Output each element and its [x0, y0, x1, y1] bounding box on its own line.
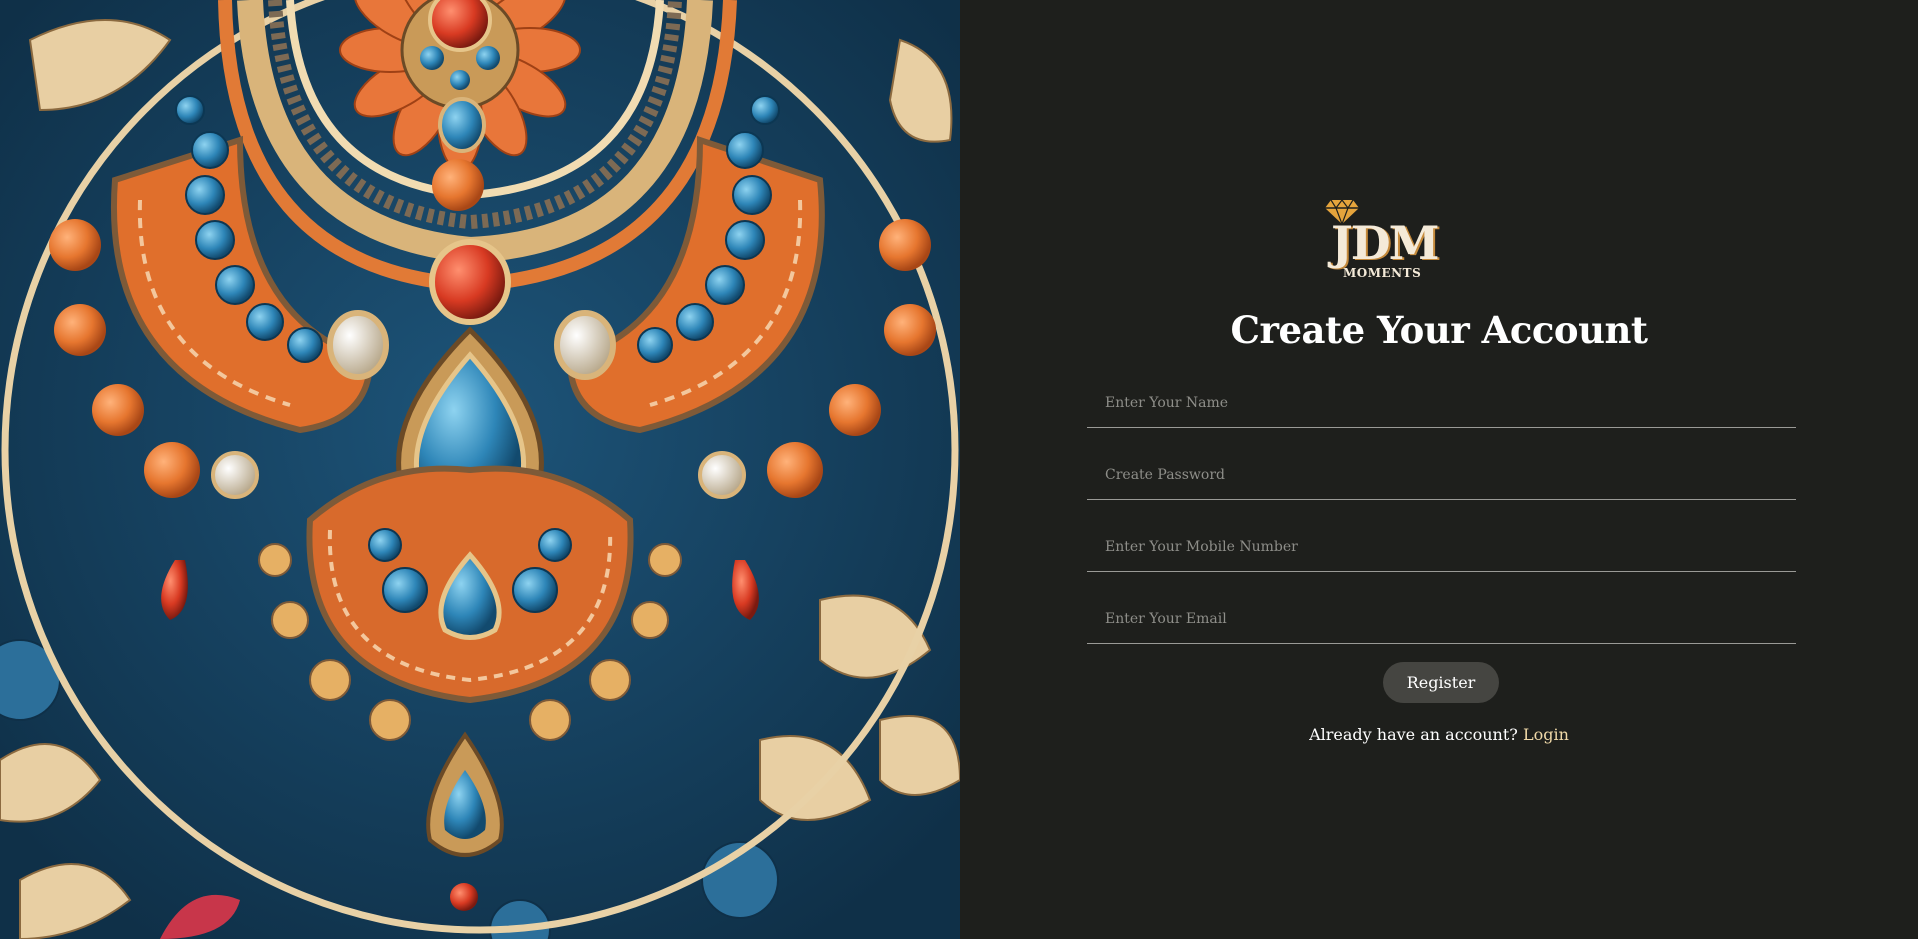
login-prompt-line: Already have an account? Login: [960, 725, 1918, 744]
page-title: Create Your Account: [1230, 308, 1648, 352]
mobile-field: [1087, 522, 1796, 572]
logo-subtext: MOMENTS: [1343, 266, 1422, 280]
logo-wordmark: JDM: [1331, 216, 1440, 270]
password-field: [1087, 450, 1796, 500]
register-panel: JDM MOMENTS Create Your Account Register…: [960, 0, 1918, 939]
register-page: JDM MOMENTS Create Your Account Register…: [0, 0, 1918, 939]
necklace-artwork: [0, 0, 960, 939]
register-button[interactable]: Register: [1383, 662, 1499, 703]
name-field: [1087, 378, 1796, 428]
necklace-illustration: [0, 0, 960, 939]
password-input[interactable]: [1087, 450, 1796, 499]
mobile-input[interactable]: [1087, 522, 1796, 571]
login-link[interactable]: Login: [1523, 725, 1569, 744]
email-input[interactable]: [1087, 594, 1796, 643]
login-prompt-text: Already have an account?: [1309, 725, 1518, 744]
name-input[interactable]: [1087, 378, 1796, 427]
brand-logo: JDM MOMENTS: [1317, 198, 1440, 284]
email-field: [1087, 594, 1796, 644]
